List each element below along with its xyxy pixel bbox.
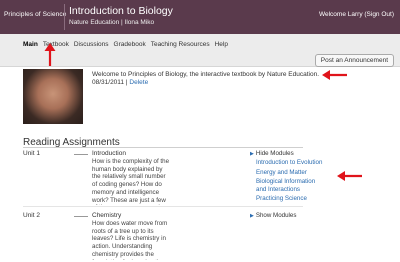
module-link[interactable]: Practicing Science	[256, 195, 307, 203]
delete-link[interactable]: Delete	[129, 79, 148, 86]
unit-connector	[74, 154, 88, 155]
nav-item-discussions[interactable]: Discussions	[74, 41, 109, 48]
announcement-date: 08/31/2011	[92, 79, 125, 86]
nav-item-gradebook[interactable]: Gradebook	[114, 41, 146, 48]
course-subtitle: Nature Education | Ilona Miko	[69, 19, 155, 26]
toggle-label: Show Modules	[255, 212, 297, 219]
show-modules-toggle[interactable]: ▶ Show Modules	[250, 212, 296, 219]
arrow-left-icon	[322, 70, 347, 80]
app-header: Principles of Science Introduction to Bi…	[0, 0, 400, 34]
header-divider	[64, 4, 65, 30]
chapter-title[interactable]: Chemistry	[92, 212, 121, 219]
unit-label: Unit 2	[23, 212, 40, 219]
chapter-description: How does water move from roots of a tree…	[92, 220, 168, 260]
announcement-text: Welcome to Principles of Biology, the in…	[92, 71, 320, 78]
arrow-left-icon	[337, 171, 362, 181]
hide-modules-toggle[interactable]: ▶ Hide Modules	[250, 150, 294, 157]
unit-connector	[74, 216, 88, 217]
course-title: Introduction to Biology	[69, 5, 173, 17]
welcome-signout[interactable]: Welcome Larry (Sign Out)	[319, 11, 394, 18]
chapter-description: How is the complexity of the human body …	[92, 158, 170, 205]
post-announcement-button[interactable]: Post an Announcement	[314, 54, 394, 67]
section-divider	[23, 147, 303, 148]
unit-divider	[23, 206, 303, 207]
caret-icon: ▶	[250, 213, 254, 219]
chapter-title[interactable]: Introduction	[92, 150, 126, 157]
instructor-avatar	[23, 69, 83, 124]
unit-label: Unit 1	[23, 150, 40, 157]
brand-logo[interactable]: Principles of Science	[4, 11, 66, 18]
arrow-up-icon	[44, 43, 56, 66]
nav-item-help[interactable]: Help	[215, 41, 228, 48]
main-nav: Main Textbook Discussions Gradebook Teac…	[0, 34, 400, 67]
toggle-label: Hide Modules	[255, 150, 294, 157]
announcement-meta: 08/31/2011 | Delete	[92, 79, 148, 86]
module-link[interactable]: Biological Information and Interactions	[256, 178, 326, 193]
module-link[interactable]: Energy and Matter	[256, 169, 307, 177]
caret-icon: ▶	[250, 151, 254, 157]
nav-item-teaching-resources[interactable]: Teaching Resources	[151, 41, 210, 48]
module-link[interactable]: Introduction to Evolution	[256, 159, 322, 167]
meta-separator: |	[125, 79, 128, 86]
nav-item-main[interactable]: Main	[23, 41, 38, 48]
